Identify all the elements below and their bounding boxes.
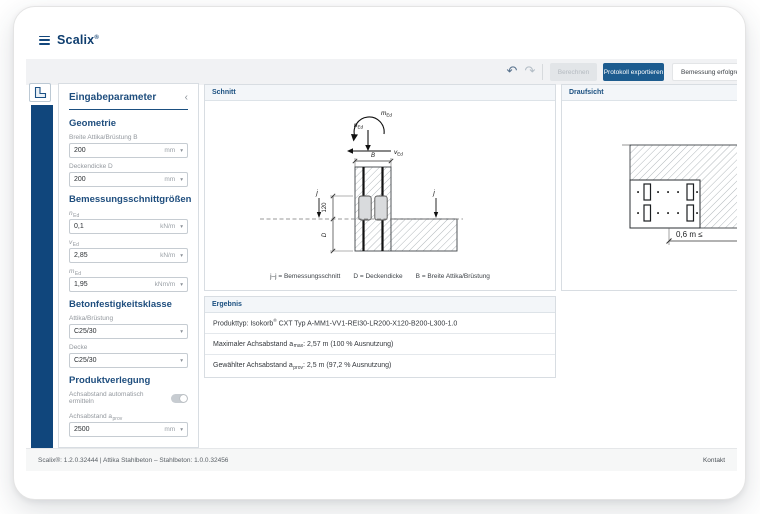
calculate-button[interactable]: Berechnen — [550, 63, 597, 81]
sidebar-title: Eingabeparameter — [69, 92, 156, 103]
section-drawing: mEd nEd vEd B — [205, 101, 555, 267]
section-view-title: Schnitt — [205, 85, 555, 101]
version-info: Scalix®: 1.2.0.32444 | Attika Stahlbeton… — [38, 457, 228, 464]
plan-view-title: Draufsicht — [562, 85, 737, 101]
result-panel: Ergebnis Produkttyp: Isokorb® CXT Typ A-… — [204, 296, 556, 378]
export-protocol-button[interactable]: Protokoll exportieren — [603, 63, 664, 81]
thickness-label: Deckendicke D — [69, 163, 188, 170]
auto-spacing-label: Achsabstand automatisch ermitteln — [69, 391, 169, 405]
drawing-legend: j–j = Bemessungsschnitt D = Deckendicke … — [205, 273, 555, 280]
thickness-input[interactable]: 200 mm ▾ — [69, 172, 188, 187]
spacing-input[interactable]: 2500 mm ▾ — [69, 422, 188, 437]
svg-text:vEd: vEd — [394, 149, 403, 157]
result-title: Ergebnis — [205, 297, 555, 313]
attika-module-icon — [33, 86, 47, 99]
tablet-frame: Scalix® ↶ ↷ Berechnen Protokoll exportie… — [13, 6, 746, 500]
legend-item: B = Breite Attika/Brüstung — [416, 273, 490, 280]
attika-concrete-select[interactable]: C25/30 ▾ — [69, 324, 188, 339]
status-bar: Scalix®: 1.2.0.32444 | Attika Stahlbeton… — [26, 448, 737, 471]
section-geometry-heading: Geometrie — [69, 118, 188, 129]
plan-view-panel: Draufsicht — [561, 84, 737, 291]
med-input[interactable]: 1,95 kNm/m ▾ — [69, 277, 188, 292]
svg-text:B: B — [371, 153, 375, 159]
section-layout-heading: Produktverlegung — [69, 375, 188, 386]
redo-icon[interactable]: ↷ — [522, 62, 538, 80]
chevron-down-icon: ▾ — [180, 358, 183, 364]
decke-concrete-label: Decke — [69, 344, 188, 351]
chevron-down-icon: ▾ — [180, 282, 183, 288]
ved-label: vEd — [69, 239, 188, 246]
result-chosen-spacing: Gewählter Achsabstand aprov: 2,5 m (97,2… — [205, 355, 555, 376]
hamburger-menu-icon[interactable] — [39, 36, 50, 45]
ned-label: nEd — [69, 210, 188, 217]
chevron-down-icon: ▾ — [180, 427, 183, 433]
width-input[interactable]: 200 mm ▾ — [69, 143, 188, 158]
legend-item: j–j = Bemessungsschnitt — [270, 273, 340, 280]
module-rail-bar — [31, 105, 53, 448]
svg-text:mEd: mEd — [381, 110, 392, 118]
chevron-down-icon: ▾ — [180, 253, 183, 259]
svg-text:j: j — [315, 190, 318, 197]
width-label: Breite Attika/Brüstung B — [69, 134, 188, 141]
section-view-panel: Schnitt mEd nEd vEd — [204, 84, 556, 291]
ved-input[interactable]: 2,85 kN/m ▾ — [69, 248, 188, 263]
app-header: Scalix® — [26, 21, 737, 59]
chevron-down-icon: ▾ — [180, 148, 183, 154]
result-max-spacing: Maximaler Achsabstand amax: 2,57 m (100 … — [205, 334, 555, 355]
app-logo: Scalix® — [57, 33, 99, 47]
svg-text:nEd: nEd — [354, 122, 364, 130]
chevron-down-icon: ▾ — [180, 329, 183, 335]
undo-icon[interactable]: ↶ — [504, 62, 520, 80]
contact-link[interactable]: Kontakt — [703, 457, 725, 464]
svg-text:j: j — [432, 190, 435, 197]
input-parameters-panel: Eingabeparameter ‹ Geometrie Breite Atti… — [58, 83, 199, 448]
sidebar-divider — [69, 109, 188, 110]
auto-spacing-toggle[interactable] — [171, 394, 188, 403]
section-forces-heading: Bemessungsschnittgrößen — [69, 194, 188, 205]
legend-item: D = Deckendicke — [353, 273, 402, 280]
chevron-down-icon: ▾ — [180, 177, 183, 183]
svg-text:0,6 m ≤: 0,6 m ≤ — [676, 230, 703, 239]
attika-module-button[interactable] — [29, 83, 51, 102]
plan-drawing: 0,6 m ≤ — [562, 101, 737, 290]
ned-input[interactable]: 0,1 kN/m ▾ — [69, 219, 188, 234]
spacing-label: Achsabstand aprov — [69, 413, 188, 420]
chevron-left-icon[interactable]: ‹ — [185, 94, 188, 102]
toolbar: ↶ ↷ Berechnen Protokoll exportieren Beme… — [26, 59, 737, 85]
med-label: mEd — [69, 268, 188, 275]
status-badge: Bemessung erfolgreich — [672, 63, 737, 81]
svg-text:D: D — [322, 232, 328, 237]
attika-concrete-label: Attika/Brüstung — [69, 315, 188, 322]
app-screen: Scalix® ↶ ↷ Berechnen Protokoll exportie… — [26, 21, 737, 487]
result-product-type: Produkttyp: Isokorb® CXT Typ A-MM1-VV1-R… — [205, 313, 555, 334]
svg-text:120: 120 — [322, 202, 328, 213]
decke-concrete-select[interactable]: C25/30 ▾ — [69, 353, 188, 368]
chevron-down-icon: ▾ — [180, 224, 183, 230]
toolbar-divider — [542, 64, 543, 80]
section-concrete-heading: Betonfestigkeitsklasse — [69, 299, 188, 310]
